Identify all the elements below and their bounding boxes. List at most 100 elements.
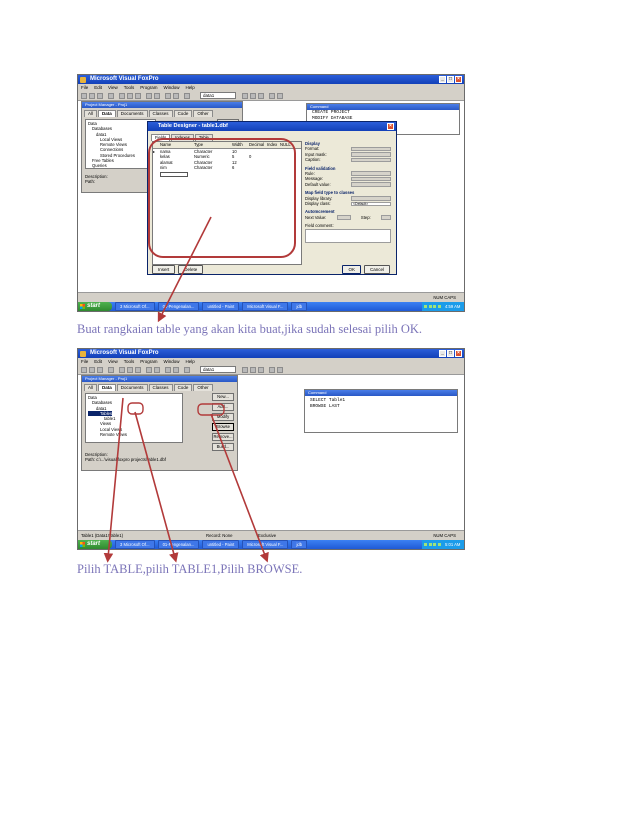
code-icon[interactable] [269,366,275,373]
form-control-icon[interactable] [277,366,283,373]
cancel-button[interactable]: Cancel [363,265,390,274]
print-icon[interactable] [108,366,114,373]
rule-field[interactable] [351,171,391,176]
tray-icon[interactable] [428,305,432,308]
code-icon[interactable] [269,92,275,99]
taskbar-item[interactable]: Microsoft Visual F... [242,302,289,311]
ok-button[interactable]: OK [342,265,361,274]
tray-icon[interactable] [424,305,427,308]
remove-button[interactable]: Remove... [212,433,234,441]
taskbar-item[interactable]: 3 Microsoft Of... [115,540,155,549]
input-mask-field[interactable] [351,152,391,157]
menu-program[interactable]: Program [140,358,157,365]
tree-item[interactable]: Remote Views [88,432,180,437]
display-library-field[interactable] [351,196,391,201]
tab-code[interactable]: Code [173,110,193,117]
field-type[interactable]: Character [194,165,232,171]
maximize-icon[interactable]: □ [447,76,454,83]
field-comment-input[interactable] [305,228,391,243]
tab-fields[interactable]: Fields [151,134,171,141]
maximize-icon[interactable]: □ [447,350,454,357]
insert-button[interactable]: Insert [152,265,176,274]
build-button[interactable]: Build... [212,443,234,451]
menu-file[interactable]: File [81,84,88,91]
database-combo[interactable]: data1 [200,92,236,99]
tab-all[interactable]: All [84,110,98,117]
taskbar-item[interactable]: 01-Pengenalan... [157,540,200,549]
field-decimal[interactable] [249,165,267,171]
menu-program[interactable]: Program [140,84,157,91]
field-index[interactable] [267,165,280,171]
tray-icon[interactable] [424,543,427,546]
copy-icon[interactable] [127,366,133,373]
taskbar-item[interactable]: 01-Pengenalan... [157,302,200,311]
browse-button[interactable]: Browse [212,423,234,431]
taskbar-item[interactable]: Microsoft Visual F... [242,540,289,549]
tray-icon[interactable] [433,305,436,308]
taskbar-item[interactable]: jdb [291,540,308,549]
tab-documents[interactable]: Documents [116,384,148,391]
display-class-select[interactable]: <Default> [351,201,391,207]
format-field[interactable] [351,146,391,152]
menu-help[interactable]: Help [186,84,195,91]
run-icon[interactable] [165,366,171,373]
paste-icon[interactable] [135,92,141,99]
field-name[interactable]: nim [160,165,194,171]
redo-icon[interactable] [154,366,160,373]
tray-icon[interactable] [437,543,441,546]
new-icon[interactable] [81,366,87,373]
tab-all[interactable]: All [84,384,98,391]
tab-classes[interactable]: Classes [148,110,173,117]
menu-window[interactable]: Window [164,358,180,365]
tray-icon[interactable] [433,543,436,546]
field-width[interactable]: 6 [232,165,249,171]
tab-indexes[interactable]: Indexes [171,134,194,141]
menu-view[interactable]: View [108,358,118,365]
menu-file[interactable]: File [81,358,88,365]
close-icon[interactable]: × [455,350,462,357]
tree-item[interactable]: Queries [88,163,153,168]
menu-window[interactable]: Window [164,84,180,91]
command-window-icon[interactable] [242,366,248,373]
menu-tools[interactable]: Tools [124,358,135,365]
save-icon[interactable] [97,92,103,99]
tab-other[interactable]: Other [193,384,213,391]
properties-icon[interactable] [258,366,264,373]
command-line[interactable]: BROWSE LAST [305,404,457,410]
menu-help[interactable]: Help [186,358,195,365]
open-icon[interactable] [89,92,95,99]
cut-icon[interactable] [119,366,125,373]
tab-other[interactable]: Other [193,110,213,117]
new-field-input[interactable] [160,171,188,177]
undo-icon[interactable] [146,92,152,99]
dbsetup-icon[interactable] [184,92,190,99]
modify-icon[interactable] [173,366,179,373]
message-field[interactable] [351,176,391,182]
close-icon[interactable]: × [455,76,462,83]
open-icon[interactable] [89,366,95,373]
data-session-icon[interactable] [250,92,256,99]
tab-documents[interactable]: Documents [116,110,148,117]
caption-field[interactable] [351,157,391,163]
tab-table[interactable]: Table [194,134,213,141]
taskbar-item[interactable]: untitled - Paint [202,540,240,549]
modify-button[interactable]: Modify [212,413,234,421]
new-icon[interactable] [81,92,87,99]
new-button[interactable]: New... [212,393,234,401]
cut-icon[interactable] [119,92,125,99]
field-row[interactable]: nim Character 6 [153,165,301,171]
run-icon[interactable] [165,92,171,99]
step-field[interactable] [380,215,391,220]
save-icon[interactable] [97,366,103,373]
command-window-icon[interactable] [242,92,248,99]
add-button[interactable]: Add... [212,403,234,411]
properties-icon[interactable] [258,92,264,99]
minimize-icon[interactable]: _ [439,350,446,357]
paste-icon[interactable] [135,366,141,373]
copy-icon[interactable] [127,92,133,99]
start-button[interactable]: start [78,302,112,311]
minimize-icon[interactable]: _ [439,76,446,83]
tab-code[interactable]: Code [173,384,193,391]
tray-icon[interactable] [437,305,441,308]
redo-icon[interactable] [154,92,160,99]
